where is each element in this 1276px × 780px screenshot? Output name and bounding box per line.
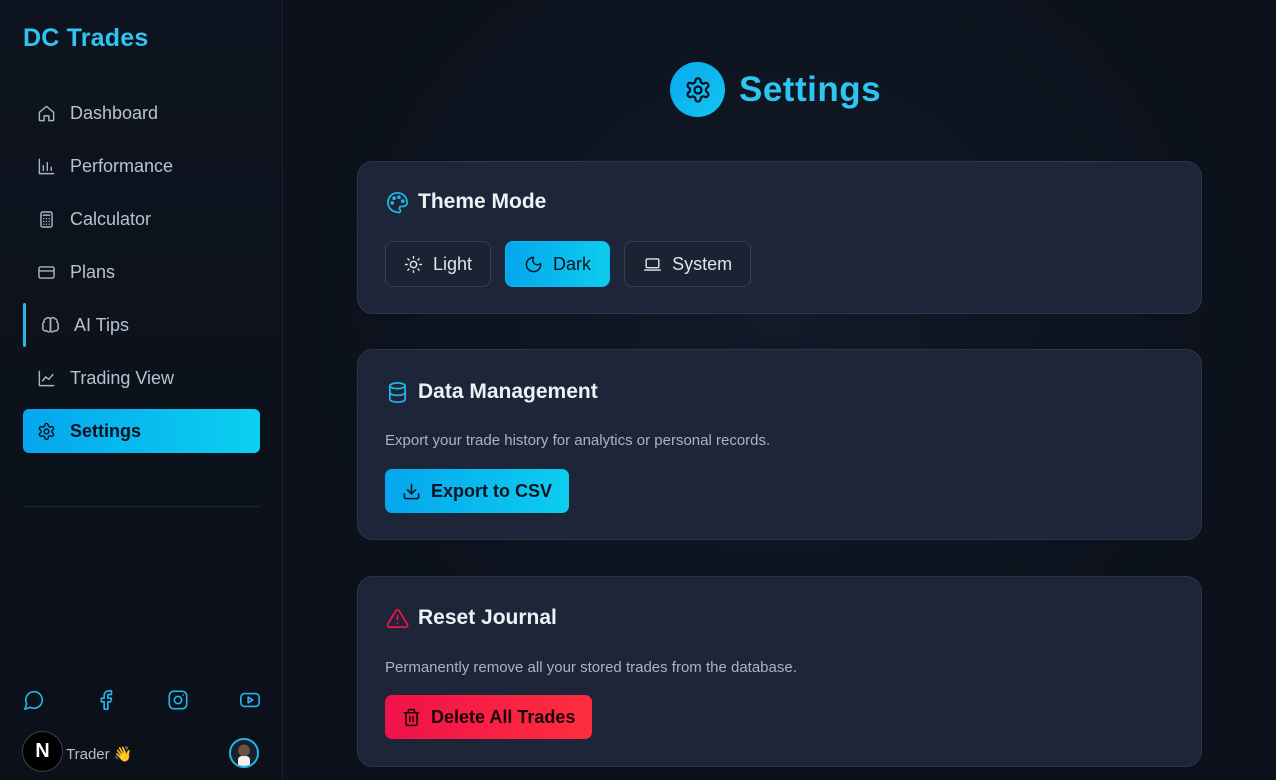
- theme-dark-button[interactable]: Dark: [505, 241, 611, 287]
- data-management-card: Data Management Export your trade histor…: [357, 349, 1202, 540]
- page-title: Settings: [739, 69, 882, 109]
- sun-icon: [404, 255, 423, 273]
- reset-journal-card: Reset Journal Permanently remove all you…: [357, 576, 1202, 767]
- export-csv-label: Export to CSV: [431, 480, 553, 501]
- export-csv-button[interactable]: Export to CSV: [385, 469, 570, 513]
- laptop-icon: [643, 257, 662, 271]
- gear-icon: [670, 62, 725, 117]
- instagram-icon[interactable]: [166, 688, 190, 712]
- theme-light-button[interactable]: Light: [385, 241, 492, 287]
- sidebar-item-calculator[interactable]: Calculator: [23, 197, 260, 241]
- social-links: [22, 688, 262, 712]
- download-icon: [403, 483, 420, 499]
- trash-icon: [403, 708, 420, 726]
- brand-logo[interactable]: DC Trades: [23, 24, 148, 53]
- bar-chart-icon: [36, 156, 56, 176]
- palette-icon: [385, 190, 409, 214]
- sidebar-item-label: Plans: [70, 261, 116, 282]
- warning-icon: [385, 606, 409, 630]
- moon-icon: [525, 256, 542, 272]
- sidebar-item-label: Performance: [70, 155, 174, 176]
- youtube-icon[interactable]: [238, 688, 262, 712]
- sidebar-nav: Dashboard Performance Calculator Plans A…: [23, 91, 260, 462]
- sidebar-item-dashboard[interactable]: Dashboard: [23, 91, 260, 135]
- user-greeting: Trader 👋: [66, 746, 133, 763]
- brain-icon: [40, 315, 60, 335]
- card-title: Reset Journal: [385, 606, 557, 630]
- data-management-description: Export your trade history for analytics …: [385, 432, 771, 449]
- sidebar-item-trading-view[interactable]: Trading View: [23, 356, 260, 400]
- theme-options: Light Dark System: [385, 241, 765, 287]
- reset-journal-title: Reset Journal: [418, 606, 557, 629]
- sidebar-item-plans[interactable]: Plans: [23, 250, 260, 294]
- sidebar-item-label: Trading View: [70, 367, 175, 388]
- delete-all-trades-button[interactable]: Delete All Trades: [385, 695, 593, 739]
- home-icon: [36, 103, 56, 123]
- facebook-icon[interactable]: [94, 688, 118, 712]
- theme-option-label: Light: [433, 253, 473, 274]
- gear-icon: [36, 421, 56, 441]
- card-title: Theme Mode: [385, 190, 546, 214]
- sidebar-divider: [23, 506, 260, 507]
- sidebar-item-label: Settings: [70, 420, 142, 441]
- database-icon: [385, 380, 409, 404]
- sidebar-item-label: Dashboard: [70, 102, 159, 123]
- theme-mode-title: Theme Mode: [418, 190, 547, 213]
- delete-all-trades-label: Delete All Trades: [431, 706, 576, 727]
- theme-system-button[interactable]: System: [624, 241, 752, 287]
- sidebar-item-label: AI Tips: [74, 314, 130, 335]
- main-content: Settings Theme Mode Light Dark System Da…: [283, 0, 1276, 780]
- reset-journal-description: Permanently remove all your stored trade…: [385, 659, 797, 676]
- sidebar-item-settings[interactable]: Settings: [23, 409, 260, 453]
- user-profile: N Trader 👋: [22, 731, 262, 773]
- data-management-title: Data Management: [418, 380, 598, 403]
- sidebar-item-label: Calculator: [70, 208, 152, 229]
- credit-card-icon: [36, 262, 56, 282]
- calculator-icon: [36, 209, 56, 229]
- theme-option-label: System: [672, 253, 733, 274]
- card-title: Data Management: [385, 380, 598, 404]
- sidebar: DC Trades Dashboard Performance Calculat…: [0, 0, 283, 780]
- sidebar-item-performance[interactable]: Performance: [23, 144, 260, 188]
- sidebar-item-ai-tips[interactable]: AI Tips: [23, 303, 260, 347]
- chat-icon[interactable]: [22, 688, 46, 712]
- theme-mode-card: Theme Mode Light Dark System: [357, 161, 1202, 314]
- theme-option-label: Dark: [553, 253, 592, 274]
- page-header: Settings: [670, 62, 881, 117]
- line-chart-icon: [36, 368, 56, 388]
- app-logo: N: [22, 731, 63, 772]
- avatar[interactable]: [229, 738, 259, 768]
